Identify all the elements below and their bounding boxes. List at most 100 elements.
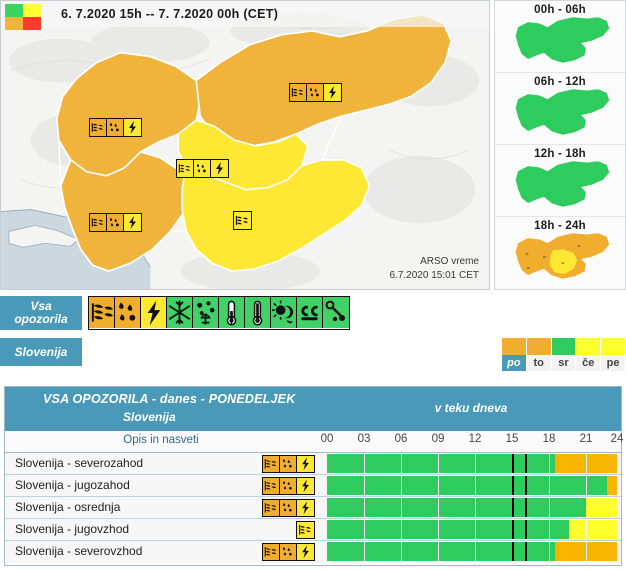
period-label: 06h - 12h xyxy=(534,76,586,88)
day-level-swatch xyxy=(601,338,625,355)
timeline-bar xyxy=(317,520,621,539)
table-row[interactable]: Slovenija - osrednja xyxy=(5,497,621,519)
day-label: po xyxy=(502,355,526,371)
day-level-swatch xyxy=(551,338,576,355)
air-pollution-icon[interactable] xyxy=(323,297,349,328)
day-label: to xyxy=(526,355,551,371)
current-time-marker xyxy=(512,520,515,539)
wind-icon xyxy=(90,214,107,231)
day-tab-po[interactable]: po xyxy=(502,338,526,372)
thunder-icon xyxy=(124,214,141,231)
svg-text:≈: ≈ xyxy=(543,255,546,261)
description-column-header[interactable]: Opis in nasveti xyxy=(5,434,317,446)
wind-icon xyxy=(297,522,314,538)
table-row[interactable]: Slovenija - jugovzhod xyxy=(5,519,621,541)
thunder-icon[interactable] xyxy=(141,297,167,328)
time-tick: 18 xyxy=(542,433,556,445)
warning-map-panel[interactable]: 6. 7.2020 15h -- 7. 7.2020 00h (CET) ARS… xyxy=(0,0,490,290)
period-cell-06-12[interactable]: 06h - 12h xyxy=(495,73,625,145)
timeline-bar xyxy=(317,498,621,517)
table-subtitle: Slovenija xyxy=(123,410,176,424)
wind-icon[interactable] xyxy=(89,297,115,328)
thunder-icon xyxy=(297,500,314,516)
row-warning-icons xyxy=(296,521,315,539)
wind-icon xyxy=(290,84,307,101)
country-button[interactable]: Slovenija xyxy=(0,338,82,366)
map-marker-severovzhod[interactable] xyxy=(289,83,342,102)
region-name: Slovenija - jugozahod xyxy=(15,478,130,492)
snow-icon[interactable] xyxy=(167,297,193,328)
mini-map-12-18 xyxy=(495,160,625,210)
day-level-swatch xyxy=(576,338,601,355)
row-warning-icons xyxy=(262,543,315,561)
current-time-marker xyxy=(525,498,528,517)
rain-icon[interactable] xyxy=(115,297,141,328)
wind-icon xyxy=(263,544,280,560)
map-marker-severozahod[interactable] xyxy=(89,118,142,137)
period-cell-00-06[interactable]: 00h - 06h xyxy=(495,1,625,73)
low-temperature-icon[interactable] xyxy=(219,297,245,328)
rain-icon xyxy=(280,500,297,516)
day-level-swatch xyxy=(526,338,551,355)
timeline-segment-green xyxy=(327,454,555,473)
row-warning-icons xyxy=(262,477,315,495)
high-temperature-icon[interactable] xyxy=(245,297,271,328)
severity-legend-swatch xyxy=(5,4,41,30)
table-header: VSA OPOZORILA - danes - PONEDELJEK Slove… xyxy=(5,387,621,431)
map-marker-jugovzhod[interactable] xyxy=(233,211,252,230)
period-cell-12-18[interactable]: 12h - 18h xyxy=(495,145,625,217)
thunder-icon xyxy=(211,160,228,177)
table-body: Slovenija - severozahod Slovenija - jugo… xyxy=(5,453,621,563)
svg-text:≈: ≈ xyxy=(577,244,580,250)
table-row[interactable]: Slovenija - severozahod xyxy=(5,453,621,475)
rain-icon xyxy=(194,160,211,177)
time-tick: 24 xyxy=(610,433,624,445)
map-marker-osrednja[interactable] xyxy=(176,159,229,178)
time-tick: 12 xyxy=(468,433,482,445)
wind-icon xyxy=(263,478,280,494)
period-label: 18h - 24h xyxy=(534,220,586,232)
all-warnings-button[interactable]: Vsa opozorila xyxy=(0,296,82,330)
region-name: Slovenija - osrednja xyxy=(15,500,121,514)
period-label: 12h - 18h xyxy=(534,148,586,160)
thunder-icon xyxy=(324,84,341,101)
table-row[interactable]: Slovenija - severovzhod xyxy=(5,541,621,563)
attribution-source: ARSO vreme xyxy=(420,256,479,267)
top-section: 6. 7.2020 15h -- 7. 7.2020 00h (CET) ARS… xyxy=(0,0,626,290)
row-warning-icons xyxy=(262,499,315,517)
region-name: Slovenija - severovzhod xyxy=(15,544,143,558)
current-time-marker xyxy=(525,476,528,495)
timeline-segment-green xyxy=(327,498,586,517)
country-row: Slovenija xyxy=(0,338,490,370)
period-label: 00h - 06h xyxy=(534,4,586,16)
uv-sun-icon[interactable] xyxy=(271,297,297,328)
map-base-graphic xyxy=(1,1,489,289)
fog-icon[interactable] xyxy=(297,297,323,328)
day-level-swatch xyxy=(502,338,526,355)
warnings-table: VSA OPOZORILA - danes - PONEDELJEK Slove… xyxy=(4,386,624,566)
wind-icon xyxy=(263,500,280,516)
day-tab-sr[interactable]: sr xyxy=(551,338,576,372)
time-axis: 00 03 06 09 12 15 18 21 24 xyxy=(317,433,624,451)
ice-icon[interactable] xyxy=(193,297,219,328)
day-label: če xyxy=(576,355,601,371)
rain-icon xyxy=(107,119,124,136)
thunder-icon xyxy=(297,544,314,560)
all-warnings-legend-row: Vsa opozorila xyxy=(0,296,490,332)
map-marker-jugozahod[interactable] xyxy=(89,213,142,232)
day-tab-ce[interactable]: če xyxy=(576,338,601,372)
svg-text:≈: ≈ xyxy=(527,266,530,272)
day-tab-to[interactable]: to xyxy=(526,338,551,372)
day-tab-pe[interactable]: pe xyxy=(601,338,625,372)
wind-icon xyxy=(177,160,194,177)
rain-icon xyxy=(280,544,297,560)
timeline-segment-green xyxy=(327,542,555,561)
table-row[interactable]: Slovenija - jugozahod xyxy=(5,475,621,497)
region-name: Slovenija - severozahod xyxy=(15,456,144,470)
map-validity-title: 6. 7.2020 15h -- 7. 7.2020 00h (CET) xyxy=(61,7,279,21)
day-label: pe xyxy=(601,355,625,371)
day-label: sr xyxy=(551,355,576,371)
period-cell-18-24[interactable]: 18h - 24h ≈ ≈ ≈ ≈ ≈ xyxy=(495,217,625,289)
thunder-icon xyxy=(124,119,141,136)
map-attribution: ARSO vreme 6.7.2020 15:01 CET xyxy=(389,255,479,283)
